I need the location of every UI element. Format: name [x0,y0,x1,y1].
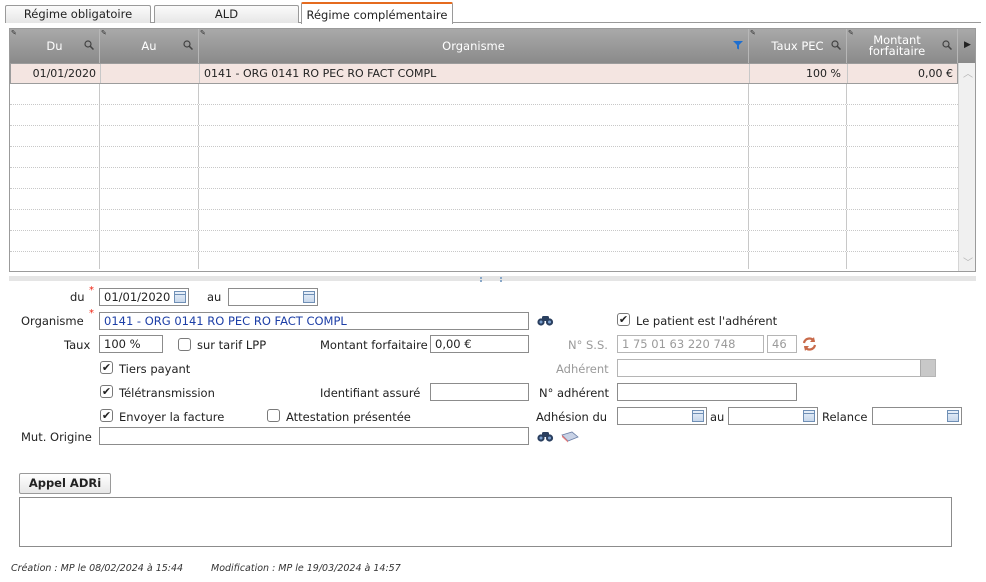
sur-tarif-lpp-checkbox[interactable] [178,338,191,351]
grid-header: ✎ Du ✎ Au ✎ Organisme ✎ Taux PEC ✎ Monta… [10,29,975,63]
adherent-label: Adhérent [556,362,609,376]
search-icon[interactable] [831,40,841,50]
tab-regime-obligatoire[interactable]: Régime obligatoire [5,5,151,23]
identifiant-assure-label: Identifiant assuré [320,386,421,400]
attestation-presentee-label: Attestation présentée [286,410,411,424]
calendar-icon[interactable] [692,410,704,422]
table-row-empty [10,252,958,269]
binoculars-icon[interactable] [537,314,554,327]
tiers-payant-label: Tiers payant [119,362,191,376]
table-row[interactable]: 01/01/2020 0141 - ORG 0141 RO PEC RO FAC… [10,63,958,84]
calendar-icon[interactable] [947,410,959,422]
calendar-icon[interactable] [174,291,186,303]
taux-label: Taux [64,338,91,352]
nss-key-input[interactable]: 46 [767,335,797,353]
identifiant-assure-input[interactable] [430,383,529,401]
num-adherent-input[interactable] [617,383,797,401]
appel-adri-button[interactable]: Appel ADRi [19,473,111,494]
table-row-empty [10,189,958,210]
panel-splitter[interactable] [9,276,976,281]
attestation-presentee-checkbox[interactable] [267,409,280,422]
mut-origine-input[interactable] [99,427,529,445]
sur-tarif-lpp-label: sur tarif LPP [197,338,267,352]
tiers-payant-checkbox[interactable]: ✔ [100,361,113,374]
scroll-down-icon[interactable]: ﹀ [963,254,973,269]
cell-montant: 0,00 € [918,67,953,80]
adhesion-au-input[interactable] [728,407,818,425]
table-row-empty [10,126,958,147]
binoculars-icon[interactable] [537,430,554,443]
scroll-up-icon[interactable]: ︿ [963,65,973,80]
nss-label: N° S.S. [568,338,608,352]
cell-organisme: 0141 - ORG 0141 RO PEC RO FACT COMPL [200,64,750,83]
caret-right-icon[interactable]: ▶ [964,40,971,50]
patient-adherent-checkbox[interactable]: ✔ [617,313,630,326]
table-row-empty [10,210,958,231]
adhesion-du-input[interactable] [617,407,707,425]
organisme-input[interactable]: 0141 - ORG 0141 RO PEC RO FACT COMPL [99,312,529,330]
column-header-au[interactable]: ✎ Au [100,29,199,63]
tab-baseline [5,22,981,23]
date-du-input[interactable]: 01/01/2020 [99,288,189,306]
patient-adherent-label: Le patient est l'adhérent [636,314,778,328]
search-icon[interactable] [84,40,94,50]
cell-au [101,64,200,83]
tab-regime-complementaire[interactable]: Régime complémentaire [301,2,453,24]
vertical-scrollbar[interactable]: ︿ ﹀ [958,63,975,271]
tab-bar: Régime obligatoire ALD Régime complément… [5,2,981,24]
mut-origine-label: Mut. Origine [21,430,92,444]
contracts-grid: ✎ Du ✎ Au ✎ Organisme ✎ Taux PEC ✎ Monta… [9,28,976,272]
relance-label: Relance [822,410,868,424]
column-chooser[interactable]: ▶ [958,29,975,63]
montant-forfaitaire-input[interactable]: 0,00 € [430,335,529,353]
envoyer-facture-checkbox[interactable]: ✔ [100,409,113,422]
table-row-empty [10,231,958,252]
column-header-montant-forfaitaire[interactable]: ✎ Montant forfaitaire [847,29,958,63]
adri-result-textarea[interactable] [19,497,952,547]
creation-info: Création : MP le 08/02/2024 à 15:44 [11,563,184,574]
calendar-icon[interactable] [803,410,815,422]
column-header-taux-pec[interactable]: ✎ Taux PEC [749,29,847,63]
modification-info: Modification : MP le 19/03/2024 à 14:57 [211,563,401,574]
table-row-empty [10,105,958,126]
required-marker: * [89,308,94,319]
cell-taux-pec: 100 % [750,64,848,83]
relance-input[interactable] [872,407,962,425]
table-row-empty [10,168,958,189]
refresh-icon[interactable] [801,336,818,352]
du-label: du [70,290,85,304]
date-au-input[interactable] [228,288,318,306]
au-label: au [207,290,222,304]
search-icon[interactable] [183,40,193,50]
envoyer-facture-label: Envoyer la facture [119,410,225,424]
tab-ald[interactable]: ALD [154,5,299,23]
dropdown-icon[interactable] [920,360,935,376]
table-row-empty [10,84,958,105]
search-icon[interactable] [942,40,952,50]
teletransmission-label: Télétransmission [119,386,215,400]
montant-forfaitaire-label: Montant forfaitaire [320,338,428,352]
filter-icon[interactable] [733,40,743,50]
teletransmission-checkbox[interactable]: ✔ [100,385,113,398]
table-row-empty [10,147,958,168]
eraser-icon[interactable] [560,431,579,443]
cell-du: 01/01/2020 [11,64,101,83]
organisme-label: Organisme [21,314,84,328]
calendar-icon[interactable] [303,291,315,303]
adherent-combo[interactable] [617,359,936,377]
adhesion-au-label: au [710,410,725,424]
taux-input[interactable]: 100 % [99,335,163,353]
num-adherent-label: N° adhérent [539,386,610,400]
column-header-organisme[interactable]: ✎ Organisme [199,29,749,63]
required-marker: * [89,285,94,296]
column-header-du[interactable]: ✎ Du [10,29,100,63]
splitter-grip[interactable] [480,277,502,280]
adhesion-du-label: Adhésion du [536,410,608,424]
nss-input[interactable]: 1 75 01 63 220 748 [617,335,764,353]
grid-body: 01/01/2020 0141 - ORG 0141 RO PEC RO FAC… [10,63,958,269]
